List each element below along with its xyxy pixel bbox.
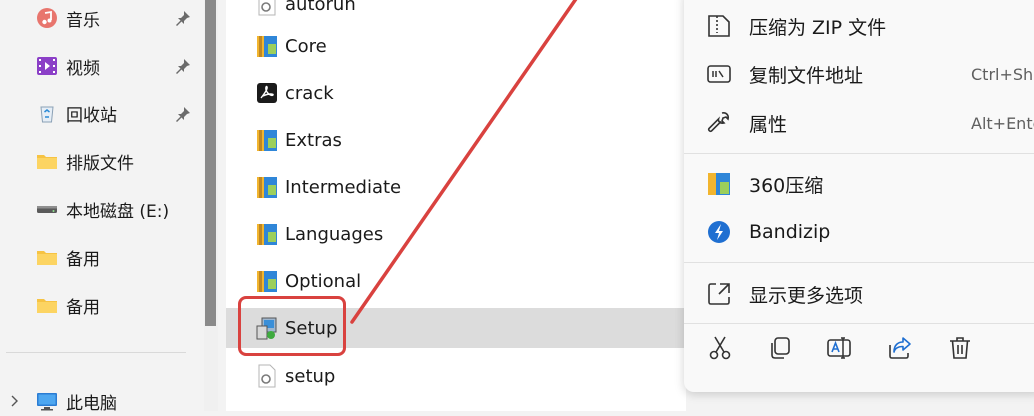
bandizip-icon xyxy=(706,219,732,245)
menu-item-properties[interactable]: 属性 Alt+Ente xyxy=(684,101,1034,145)
menu-divider xyxy=(684,262,1034,263)
menu-label: 复制文件地址 xyxy=(749,64,864,87)
menu-label: 显示更多选项 xyxy=(749,284,864,307)
wrench-icon xyxy=(706,110,732,136)
copy-icon[interactable] xyxy=(766,334,794,362)
zip-archive-icon xyxy=(706,13,732,39)
copy-path-icon xyxy=(706,61,732,87)
menu-item-copy-path[interactable]: 复制文件地址 Ctrl+Shi xyxy=(684,52,1034,96)
menu-shortcut: Alt+Ente xyxy=(971,113,1034,133)
menu-label: 360压缩 xyxy=(749,174,824,197)
show-more-icon xyxy=(706,281,732,307)
context-menu: 压缩为 ZIP 文件 复制文件地址 Ctrl+Shi 属性 Alt+Ente 3… xyxy=(684,0,1034,392)
menu-item-show-more-options[interactable]: 显示更多选项 xyxy=(684,272,1034,316)
delete-icon[interactable] xyxy=(946,334,974,362)
menu-label: 压缩为 ZIP 文件 xyxy=(749,16,887,39)
menu-divider xyxy=(684,153,1034,154)
360-compress-icon xyxy=(706,171,732,197)
cut-icon[interactable] xyxy=(706,334,734,362)
menu-shortcut: Ctrl+Shi xyxy=(971,64,1034,84)
menu-item-360-compress[interactable]: 360压缩 xyxy=(684,162,1034,206)
share-icon[interactable] xyxy=(886,334,914,362)
rename-icon[interactable] xyxy=(826,334,854,362)
menu-divider xyxy=(684,323,1034,324)
menu-label: Bandizip xyxy=(749,221,831,243)
menu-item-compress-zip[interactable]: 压缩为 ZIP 文件 xyxy=(684,4,1034,48)
menu-label: 属性 xyxy=(749,113,788,136)
menu-item-bandizip[interactable]: Bandizip xyxy=(684,210,1034,254)
